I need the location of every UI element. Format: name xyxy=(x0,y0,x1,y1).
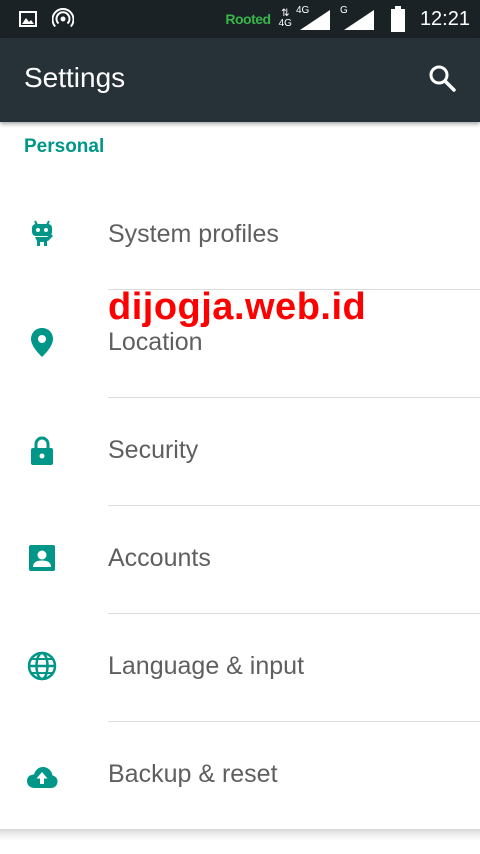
bottom-shadow-edge xyxy=(0,829,480,854)
settings-item-security[interactable]: Security xyxy=(0,398,480,506)
settings-item-label: Language & input xyxy=(108,652,305,680)
settings-item-label: Location xyxy=(108,328,203,356)
settings-item-backup-reset[interactable]: Backup & reset xyxy=(0,722,480,830)
status-bar: Rooted ⇅ 4G 4G G 12:21 xyxy=(0,0,480,38)
settings-item-label: Backup & reset xyxy=(108,760,278,788)
clock: 12:21 xyxy=(419,7,470,30)
settings-item-label: Accounts xyxy=(108,544,211,572)
signal-icon xyxy=(299,10,330,30)
settings-item-label: System profiles xyxy=(108,220,279,248)
settings-item-system-profiles[interactable]: System profiles xyxy=(0,182,480,290)
network-type-label: 4G xyxy=(278,18,292,29)
signal-icon-2 xyxy=(343,10,374,30)
globe-icon xyxy=(27,651,57,681)
rooted-indicator: Rooted xyxy=(225,11,271,27)
robot-icon xyxy=(32,220,53,246)
watermark-text: dijogja.web.id xyxy=(108,286,367,328)
settings-item-language-input[interactable]: Language & input xyxy=(0,614,480,722)
battery-icon xyxy=(390,6,405,32)
settings-item-label: Security xyxy=(108,436,199,464)
app-toolbar: Settings xyxy=(0,38,480,122)
lock-icon xyxy=(31,436,53,465)
location-pin-icon xyxy=(31,328,53,357)
cloud-upload-icon xyxy=(27,767,58,788)
search-button[interactable] xyxy=(426,62,460,96)
image-notification-icon xyxy=(19,11,37,27)
category-header-personal: Personal xyxy=(24,136,105,157)
search-icon xyxy=(429,65,456,92)
page-title: Settings xyxy=(24,62,126,93)
account-box-icon xyxy=(29,545,55,571)
hotspot-icon xyxy=(52,8,74,28)
settings-item-accounts[interactable]: Accounts xyxy=(0,506,480,614)
